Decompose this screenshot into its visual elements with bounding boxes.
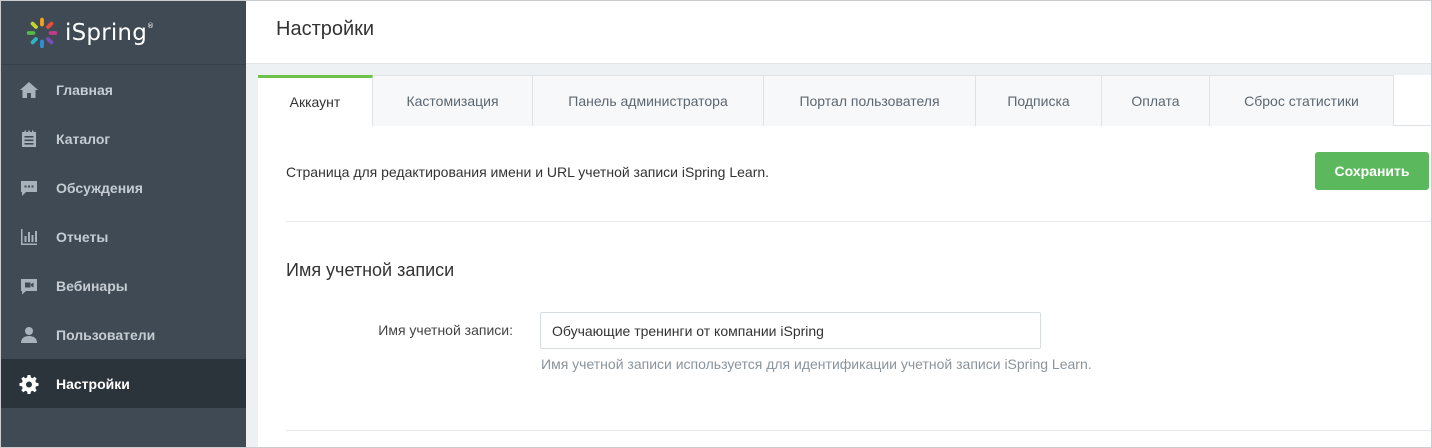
section-title: Имя учетной записи: [286, 260, 455, 280]
tab-customization[interactable]: Кастомизация: [373, 75, 533, 126]
divider: [286, 221, 1431, 222]
sidebar-item-reports[interactable]: Отчеты: [1, 212, 246, 261]
ispring-logo-icon: [26, 17, 58, 48]
divider: [286, 430, 1431, 431]
logo[interactable]: iSpring®: [1, 1, 246, 65]
logo-text: iSpring®: [65, 19, 155, 46]
sidebar-item-label: Главная: [56, 81, 113, 98]
sidebar-item-webinars[interactable]: Вебинары: [1, 261, 246, 310]
tab-user-portal[interactable]: Портал пользователя: [764, 75, 976, 126]
tab-account[interactable]: Аккаунт: [258, 75, 373, 127]
sidebar-item-label: Обсуждения: [56, 179, 143, 196]
catalog-icon: [19, 129, 39, 149]
bar-chart-icon: [19, 227, 39, 247]
sidebar-item-label: Настройки: [56, 375, 130, 392]
page-header: Настройки: [246, 1, 1431, 64]
sidebar-item-label: Каталог: [56, 130, 111, 147]
main-content: Аккаунт Кастомизация Панель администрато…: [246, 64, 1431, 447]
sidebar-item-users[interactable]: Пользователи: [1, 310, 246, 359]
account-name-hint: Имя учетной записи используется для иден…: [541, 356, 1092, 372]
settings-panel: Аккаунт Кастомизация Панель администрато…: [258, 75, 1431, 447]
settings-tabs: Аккаунт Кастомизация Панель администрато…: [258, 75, 1431, 127]
user-icon: [19, 325, 39, 345]
account-name-label: Имя учетной записи:: [378, 322, 513, 338]
tab-reset-statistics[interactable]: Сброс статистики: [1210, 75, 1394, 126]
sidebar-nav: Главная Каталог Обсуждения Отчеты Вебина…: [1, 65, 246, 408]
sidebar-item-catalog[interactable]: Каталог: [1, 114, 246, 163]
account-name-input[interactable]: [540, 312, 1041, 349]
sidebar-item-discussions[interactable]: Обсуждения: [1, 163, 246, 212]
save-button[interactable]: Сохранить: [1315, 152, 1429, 190]
tab-payment[interactable]: Оплата: [1102, 75, 1210, 126]
sidebar-item-label: Пользователи: [56, 326, 156, 343]
video-icon: [19, 276, 39, 296]
gear-icon: [19, 374, 39, 394]
chat-icon: [19, 178, 39, 198]
sidebar-item-label: Отчеты: [56, 228, 109, 245]
tab-admin-panel[interactable]: Панель администратора: [533, 75, 764, 126]
tab-subscription[interactable]: Подписка: [976, 75, 1102, 126]
page-description: Страница для редактирования имени и URL …: [286, 164, 770, 180]
sidebar-item-home[interactable]: Главная: [1, 65, 246, 114]
sidebar: iSpring® Главная Каталог Обсуждения Отче…: [1, 1, 246, 447]
home-icon: [19, 80, 39, 100]
page-title: Настройки: [276, 18, 375, 40]
sidebar-item-settings[interactable]: Настройки: [1, 359, 246, 408]
sidebar-item-label: Вебинары: [56, 277, 128, 294]
